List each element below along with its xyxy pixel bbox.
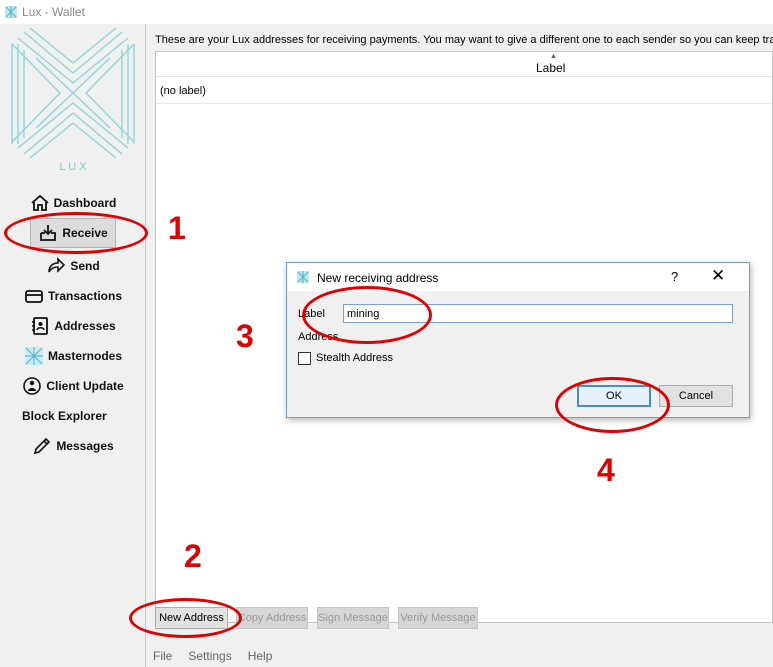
sidebar-item-label: Addresses xyxy=(54,319,116,333)
annotation-number-1: 1 xyxy=(168,210,186,246)
annotation-circle-receive xyxy=(4,212,148,254)
sidebar-item-label: Masternodes xyxy=(47,349,123,363)
table-header[interactable]: ▲ Label xyxy=(156,52,772,77)
sidebar: L U X Dashboard Receive Send Transaction… xyxy=(0,24,146,667)
lux-icon xyxy=(5,6,17,18)
card-icon xyxy=(25,290,43,303)
annotation-number-3: 3 xyxy=(236,318,254,354)
copy-address-button[interactable]: Copy Address xyxy=(236,607,308,629)
menu-help[interactable]: Help xyxy=(248,649,273,663)
verify-message-button[interactable]: Verify Message xyxy=(398,607,478,629)
sidebar-item-masternodes[interactable]: Masternodes xyxy=(0,343,146,369)
window-title: Lux - Wallet xyxy=(22,5,85,19)
send-arrow-icon xyxy=(48,257,66,273)
window-titlebar: Lux - Wallet xyxy=(0,0,773,24)
sidebar-item-label: Messages xyxy=(56,439,114,453)
table-row[interactable]: (no label) xyxy=(156,77,772,104)
help-icon[interactable]: ? xyxy=(671,269,678,284)
sidebar-item-label: Client Update xyxy=(46,379,124,393)
annotation-circle-ok xyxy=(555,377,670,433)
lux-logo: L U X xyxy=(11,28,135,173)
annotation-circle-label-input xyxy=(302,286,432,344)
sign-message-button[interactable]: Sign Message xyxy=(317,607,389,629)
app-window: Lux - Wallet L U X Dashboard Receive Sen… xyxy=(0,0,773,667)
address-book-icon xyxy=(32,317,49,335)
dialog-title: New receiving address xyxy=(317,271,439,285)
sidebar-item-label: Transactions xyxy=(47,289,123,303)
sort-up-icon: ▲ xyxy=(550,53,557,60)
sidebar-item-label: Dashboard xyxy=(53,196,117,210)
menu-bar: File Settings Help xyxy=(146,644,773,667)
stealth-checkbox[interactable] xyxy=(298,352,311,365)
stealth-checkbox-label[interactable]: Stealth Address xyxy=(316,352,393,364)
sidebar-item-addresses[interactable]: Addresses xyxy=(0,313,146,339)
sidebar-item-messages[interactable]: Messages xyxy=(0,433,146,459)
svg-text:L U X: L U X xyxy=(59,161,87,173)
sidebar-item-send[interactable]: Send xyxy=(0,253,146,279)
home-icon xyxy=(31,194,49,211)
sidebar-item-transactions[interactable]: Transactions xyxy=(0,283,146,309)
menu-settings[interactable]: Settings xyxy=(188,649,231,663)
receive-description: These are your Lux addresses for receivi… xyxy=(155,34,773,46)
cancel-button[interactable]: Cancel xyxy=(659,385,733,407)
sidebar-item-label: Block Explorer xyxy=(22,409,107,423)
annotation-number-4: 4 xyxy=(597,452,615,488)
update-user-icon xyxy=(23,377,42,395)
sidebar-item-block-explorer[interactable]: Block Explorer xyxy=(0,403,146,429)
sidebar-item-label: Send xyxy=(70,259,100,273)
annotation-number-2: 2 xyxy=(184,538,202,574)
pen-icon xyxy=(34,437,51,455)
menu-file[interactable]: File xyxy=(153,649,172,663)
lux-icon xyxy=(297,271,309,283)
column-header-label[interactable]: Label xyxy=(536,61,565,75)
masternode-icon xyxy=(24,347,43,365)
row-label: (no label) xyxy=(160,85,206,97)
close-icon[interactable]: ✕ xyxy=(711,266,725,286)
sidebar-item-client-update[interactable]: Client Update xyxy=(0,373,146,399)
annotation-circle-new-address xyxy=(129,598,242,638)
